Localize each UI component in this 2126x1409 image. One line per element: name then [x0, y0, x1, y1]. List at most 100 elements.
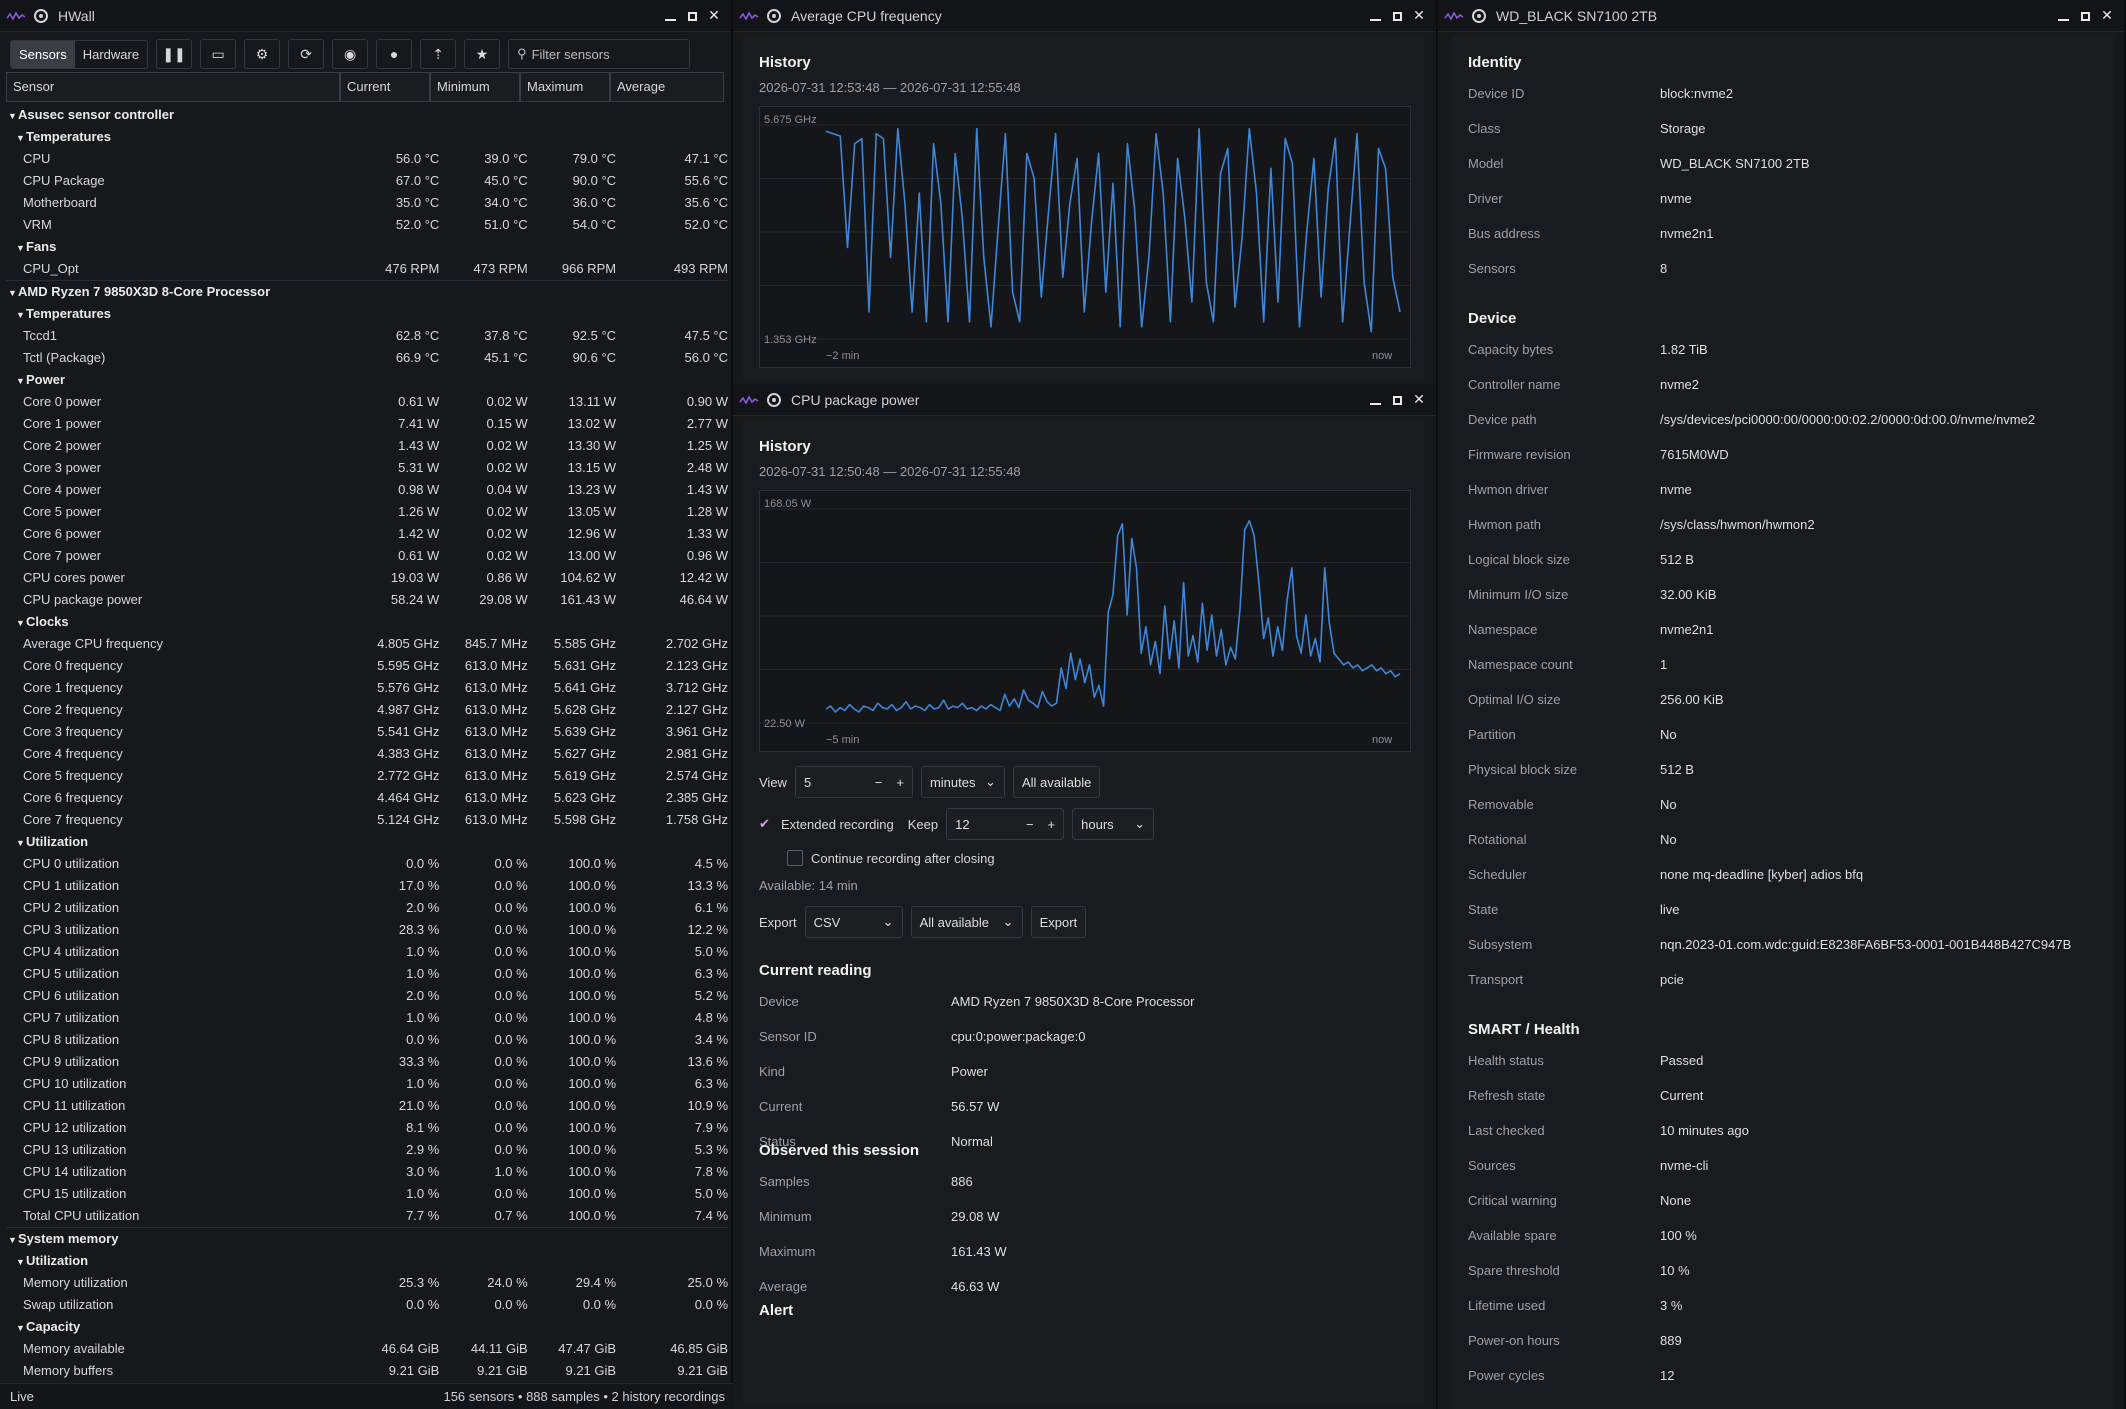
table-row[interactable]: CPU 13 utilization 2.9 % 0.0 % 100.0 % 5.3 % — [6, 1139, 728, 1161]
group-row[interactable]: ▼Asusec sensor controller — [6, 104, 728, 126]
table-row[interactable]: CPU 1 utilization 17.0 % 0.0 % 100.0 % 13.3 … — [6, 875, 728, 897]
record-button[interactable]: ● — [376, 39, 413, 69]
table-row[interactable]: CPU 9 utilization 33.3 % 0.0 % 100.0 % 13.6 … — [6, 1051, 728, 1073]
export-format-select[interactable]: CSV ⌄ — [804, 906, 903, 938]
maximize-button[interactable] — [1386, 392, 1408, 408]
table-row[interactable]: Memory available 46.64 GiB 44.11 GiB 47.47 … — [6, 1338, 728, 1360]
group-row[interactable]: ▼Temperatures — [6, 303, 728, 325]
group-row[interactable]: ▼Clocks — [6, 611, 728, 633]
plus-icon[interactable]: + — [1048, 817, 1056, 832]
settings-icon[interactable] — [767, 8, 781, 23]
minimize-button[interactable] — [1364, 8, 1386, 24]
table-row[interactable]: CPU package power 58.24 W 29.08 W 161.43 W 4… — [6, 589, 728, 611]
table-row[interactable]: Memory buffers 9.21 GiB 9.21 GiB 9.21 GiB 9.… — [6, 1360, 728, 1382]
table-row[interactable]: CPU 8 utilization 0.0 % 0.0 % 100.0 % 3.4 % — [6, 1029, 728, 1051]
tab-hardware[interactable]: Hardware — [75, 41, 147, 68]
open-folder-button[interactable]: ▭ — [200, 39, 237, 69]
table-row[interactable]: Core 5 frequency 2.772 GHz 613.0 MHz 5.619 … — [6, 765, 728, 787]
caret-down-icon[interactable]: ▼ — [8, 282, 18, 304]
table-row[interactable]: Core 0 power 0.61 W 0.02 W 13.11 W 0.90 W — [6, 391, 728, 413]
refresh-button[interactable]: ⟳ — [288, 39, 325, 69]
settings-icon[interactable] — [34, 8, 48, 23]
table-row[interactable]: CPU 14 utilization 3.0 % 1.0 % 100.0 % 7.8 % — [6, 1161, 728, 1183]
close-button[interactable]: ✕ — [2096, 7, 2118, 24]
table-row[interactable]: Core 4 frequency 4.383 GHz 613.0 MHz 5.627 … — [6, 743, 728, 765]
caret-down-icon[interactable]: ▼ — [8, 105, 18, 127]
group-row[interactable]: ▼Capacity — [6, 1316, 728, 1338]
all-available-button[interactable]: All available — [1012, 766, 1101, 798]
table-row[interactable]: CPU 12 utilization 8.1 % 0.0 % 100.0 % 7.9 % — [6, 1117, 728, 1139]
pause-button[interactable]: ❚❚ — [156, 39, 193, 69]
table-row[interactable]: Core 1 power 7.41 W 0.15 W 13.02 W 2.77 W — [6, 413, 728, 435]
close-button[interactable]: ✕ — [1408, 7, 1430, 24]
minimize-button[interactable] — [1364, 392, 1386, 408]
settings-icon[interactable] — [1472, 8, 1486, 23]
filter-input[interactable]: ⚲ Filter sensors — [508, 39, 691, 69]
table-row[interactable]: Core 2 power 1.43 W 0.02 W 13.30 W 1.25 W — [6, 435, 728, 457]
table-row[interactable]: CPU 4 utilization 1.0 % 0.0 % 100.0 % 5.0 % — [6, 941, 728, 963]
table-row[interactable]: VRM 52.0 °C 51.0 °C 54.0 °C 52.0 °C — [6, 214, 728, 236]
table-row[interactable]: Core 2 frequency 4.987 GHz 613.0 MHz 5.628 … — [6, 699, 728, 721]
maximize-button[interactable] — [681, 8, 703, 24]
caret-down-icon[interactable]: ▼ — [16, 832, 26, 854]
caret-down-icon[interactable]: ▼ — [16, 370, 26, 392]
table-row[interactable]: Tccd1 62.8 °C 37.8 °C 92.5 °C 47.5 °C — [6, 325, 728, 347]
table-row[interactable]: CPU 3 utilization 28.3 % 0.0 % 100.0 % 12.2 … — [6, 919, 728, 941]
minus-icon[interactable]: − — [875, 775, 883, 790]
table-row[interactable]: Core 7 power 0.61 W 0.02 W 13.00 W 0.96 W — [6, 545, 728, 567]
caret-down-icon[interactable]: ▼ — [16, 237, 26, 259]
table-row[interactable]: Memory utilization 25.3 % 24.0 % 29.4 % 25.0… — [6, 1272, 728, 1294]
table-row[interactable]: CPU 56.0 °C 39.0 °C 79.0 °C 47.1 °C — [6, 148, 728, 170]
group-row[interactable]: ▼Power — [6, 369, 728, 391]
caret-down-icon[interactable]: ▼ — [16, 304, 26, 326]
close-button[interactable]: ✕ — [703, 7, 725, 24]
plus-icon[interactable]: + — [896, 775, 904, 790]
table-row[interactable]: CPU 2 utilization 2.0 % 0.0 % 100.0 % 6.1 % — [6, 897, 728, 919]
caret-down-icon[interactable]: ▼ — [16, 612, 26, 634]
export-button[interactable]: Export — [1030, 906, 1087, 938]
table-row[interactable]: Core 7 frequency 5.124 GHz 613.0 MHz 5.598 … — [6, 809, 728, 831]
table-row[interactable]: Core 4 power 0.98 W 0.04 W 13.23 W 1.43 W — [6, 479, 728, 501]
table-row[interactable]: CPU 0 utilization 0.0 % 0.0 % 100.0 % 4.5 % — [6, 853, 728, 875]
column-average[interactable]: Average — [610, 72, 724, 102]
settings-icon[interactable] — [767, 392, 781, 407]
table-row[interactable]: CPU 5 utilization 1.0 % 0.0 % 100.0 % 6.3 % — [6, 963, 728, 985]
group-row[interactable]: ▼Utilization — [6, 831, 728, 853]
table-row[interactable]: Core 6 frequency 4.464 GHz 613.0 MHz 5.623 … — [6, 787, 728, 809]
table-row[interactable]: Core 3 power 5.31 W 0.02 W 13.15 W 2.48 W — [6, 457, 728, 479]
maximize-button[interactable] — [2074, 8, 2096, 24]
view-unit-select[interactable]: minutes ⌄ — [920, 766, 1005, 798]
table-row[interactable]: Core 5 power 1.26 W 0.02 W 13.05 W 1.28 W — [6, 501, 728, 523]
export-range-select[interactable]: All available ⌄ — [910, 906, 1023, 938]
column-maximum[interactable]: Maximum — [520, 72, 610, 102]
table-row[interactable]: Core 0 frequency 5.595 GHz 613.0 MHz 5.631 … — [6, 655, 728, 677]
continue-checkbox[interactable] — [787, 850, 803, 866]
minimize-button[interactable] — [2052, 8, 2074, 24]
minus-icon[interactable]: − — [1026, 817, 1034, 832]
maximize-button[interactable] — [1386, 8, 1408, 24]
group-row[interactable]: ▼System memory — [6, 1227, 728, 1250]
caret-down-icon[interactable]: ▼ — [16, 1317, 26, 1339]
column-minimum[interactable]: Minimum — [430, 72, 520, 102]
table-row[interactable]: CPU 6 utilization 2.0 % 0.0 % 100.0 % 5.2 % — [6, 985, 728, 1007]
chart-button[interactable]: ⇡ — [420, 39, 457, 69]
group-row[interactable]: ▼AMD Ryzen 7 9850X3D 8-Core Processor — [6, 280, 728, 303]
table-row[interactable]: Swap utilization 0.0 % 0.0 % 0.0 % 0.0 % — [6, 1294, 728, 1316]
table-row[interactable]: Core 3 frequency 5.541 GHz 613.0 MHz 5.639 … — [6, 721, 728, 743]
close-button[interactable]: ✕ — [1408, 391, 1430, 408]
table-row[interactable]: Core 6 power 1.42 W 0.02 W 12.96 W 1.33 W — [6, 523, 728, 545]
table-row[interactable]: Core 1 frequency 5.576 GHz 613.0 MHz 5.641 … — [6, 677, 728, 699]
table-row[interactable]: Average CPU frequency 4.805 GHz 845.7 MHz 5… — [6, 633, 728, 655]
caret-down-icon[interactable]: ▼ — [8, 1229, 18, 1251]
favorites-button[interactable]: ★ — [464, 39, 501, 69]
keep-stepper[interactable]: 12 − + — [946, 808, 1065, 840]
table-row[interactable]: CPU_Opt 476 RPM 473 RPM 966 RPM 493 RPM — [6, 258, 728, 280]
minimize-button[interactable] — [659, 8, 681, 24]
tab-sensors[interactable]: Sensors — [11, 40, 75, 68]
caret-down-icon[interactable]: ▼ — [16, 127, 26, 149]
group-row[interactable]: ▼Temperatures — [6, 126, 728, 148]
view-stepper[interactable]: 5 − + — [794, 766, 913, 798]
visibility-button[interactable]: ◉ — [332, 39, 369, 69]
table-row[interactable]: Total CPU utilization 7.7 % 0.7 % 100.0 % 7.… — [6, 1205, 728, 1227]
settings-button[interactable]: ⚙ — [244, 39, 281, 69]
